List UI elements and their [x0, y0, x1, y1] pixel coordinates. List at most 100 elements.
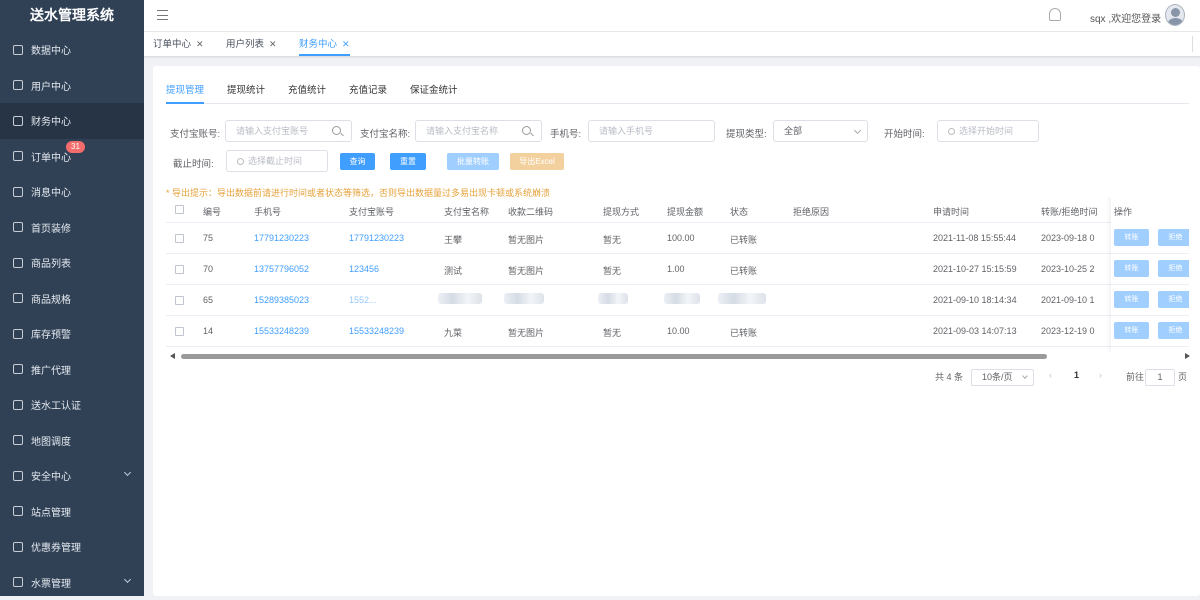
tag-finance-center[interactable]: 财务中心 ✕ [299, 35, 350, 56]
close-icon[interactable]: ✕ [342, 39, 350, 49]
tab-deposit-stats[interactable]: 保证金统计 [410, 84, 458, 104]
reset-button[interactable]: 重置 [390, 153, 426, 170]
tag-label: 财务中心 [299, 39, 337, 50]
sidebar-item-home-decor[interactable]: 首页装修 [0, 210, 144, 246]
batch-transfer-button[interactable]: 批量转账 [447, 153, 499, 170]
start-time-picker[interactable]: 选择开始时间 [937, 120, 1039, 142]
reject-button[interactable]: 拒绝 [1158, 260, 1189, 277]
cell-name: 测试 [444, 264, 462, 277]
row-checkbox[interactable] [175, 265, 184, 274]
tag-label: 订单中心 [153, 39, 191, 50]
phone-label: 手机号: [550, 126, 581, 140]
scroll-right-arrow-icon[interactable] [1185, 353, 1190, 359]
cell-phone: 15533248239 [254, 326, 309, 336]
scrollbar-thumb[interactable] [181, 354, 1047, 359]
tab-withdraw-stats[interactable]: 提现统计 [227, 84, 265, 104]
sidebar-item-station[interactable]: 站点管理 [0, 494, 144, 530]
avatar[interactable] [1165, 4, 1185, 26]
clock-icon [948, 128, 955, 135]
cell-name: 九菜 [444, 326, 462, 339]
tag-order-center[interactable]: 订单中心 ✕ [153, 35, 204, 56]
next-page-icon[interactable]: › [1099, 370, 1102, 380]
reject-button[interactable]: 拒绝 [1158, 229, 1189, 246]
hamburger-menu-icon[interactable] [157, 10, 168, 20]
sidebar-item-courier-cert[interactable]: 送水工认证 [0, 387, 144, 423]
transfer-button[interactable]: 转账 [1114, 291, 1149, 308]
row-checkbox[interactable] [175, 327, 184, 336]
search-icon[interactable] [332, 126, 341, 135]
prev-page-icon[interactable]: ‹ [1049, 370, 1052, 380]
sidebar-item-product-spec[interactable]: 商品规格 [0, 281, 144, 317]
col-header: 支付宝名称 [444, 205, 489, 218]
sidebar-item-label: 优惠券管理 [31, 539, 81, 554]
tags-more-icon[interactable] [1192, 36, 1200, 52]
sidebar-item-label: 消息中心 [31, 184, 71, 199]
warehouse-icon [13, 329, 23, 339]
sidebar-item-water-ticket[interactable]: 水票管理 [0, 565, 144, 600]
start-time-label: 开始时间: [884, 126, 925, 140]
sidebar-item-order-center[interactable]: 订单中心31 [0, 139, 144, 175]
alipay-account-label: 支付宝账号: [170, 126, 220, 140]
tag-user-list[interactable]: 用户列表✕ [226, 35, 277, 56]
sidebar-item-coupon[interactable]: 优惠券管理 [0, 529, 144, 565]
sidebar-item-product-list[interactable]: 商品列表 [0, 245, 144, 281]
page-size-select[interactable]: 10条/页 [971, 369, 1034, 386]
col-header: 转账/拒绝时间 [1041, 205, 1098, 218]
search-icon[interactable] [522, 126, 531, 135]
alipay-name-input[interactable]: 请输入支付宝名称 [415, 120, 542, 142]
blurred-cell [664, 293, 700, 304]
location-icon [13, 435, 23, 445]
tab-recharge-records[interactable]: 充值记录 [349, 84, 387, 104]
blurred-cell [598, 293, 628, 304]
end-time-placeholder: 选择截止时间 [248, 156, 302, 166]
current-page[interactable]: 1 [1074, 370, 1079, 380]
col-header: 编号 [203, 205, 221, 218]
reject-button[interactable]: 拒绝 [1158, 291, 1189, 308]
transfer-button[interactable]: 转账 [1114, 260, 1149, 277]
reject-button[interactable]: 拒绝 [1158, 322, 1189, 339]
row-checkbox[interactable] [175, 234, 184, 243]
bell-icon[interactable] [1049, 8, 1061, 21]
close-icon[interactable]: ✕ [196, 39, 204, 49]
sidebar-item-label: 站点管理 [31, 504, 71, 519]
sidebar-item-finance-center[interactable]: 财务中心 [0, 103, 144, 139]
station-icon [13, 506, 23, 516]
row-checkbox[interactable] [175, 296, 184, 305]
sidebar-item-data-center[interactable]: 数据中心 [0, 32, 144, 68]
tags-view: 订单中心 ✕ 用户列表✕ 财务中心 ✕ [144, 32, 1200, 57]
close-icon[interactable]: ✕ [269, 39, 277, 49]
total-count: 共 4 条 [935, 370, 963, 383]
sidebar-item-label: 财务中心 [31, 113, 71, 128]
sidebar: 送水管理系统 数据中心 用户中心 财务中心 订单中心31 消息中心 首页装修 商… [0, 0, 144, 596]
cell-apply-time: 2021-09-10 18:14:34 [933, 295, 1017, 305]
horizontal-scrollbar[interactable] [170, 352, 1190, 360]
sidebar-item-security-center[interactable]: 安全中心 [0, 458, 144, 494]
dashboard-icon [13, 45, 23, 55]
select-all-checkbox[interactable] [175, 205, 184, 214]
alipay-account-input[interactable]: 请输入支付宝账号 [225, 120, 352, 142]
end-time-picker[interactable]: 选择截止时间 [226, 150, 328, 172]
export-excel-button[interactable]: 导出Excel [510, 153, 564, 170]
message-icon [13, 187, 23, 197]
table-row: 65 15289385023 1552... 2021-09-10 18:14:… [166, 285, 1189, 316]
query-button[interactable]: 查询 [340, 153, 375, 170]
start-time-placeholder: 选择开始时间 [959, 126, 1013, 136]
withdraw-type-select[interactable]: 全部 [773, 120, 868, 142]
tab-recharge-stats[interactable]: 充值统计 [288, 84, 326, 104]
transfer-button[interactable]: 转账 [1114, 322, 1149, 339]
shield-icon [13, 471, 23, 481]
box-icon [13, 222, 23, 232]
sidebar-item-map-dispatch[interactable]: 地图调度 [0, 423, 144, 459]
transfer-button[interactable]: 转账 [1114, 229, 1149, 246]
goto-page-input[interactable]: 1 [1145, 369, 1175, 386]
sidebar-item-stock-alert[interactable]: 库存预警 [0, 316, 144, 352]
sidebar-item-user-center[interactable]: 用户中心 [0, 68, 144, 104]
tab-withdraw-management[interactable]: 提现管理 [166, 84, 204, 104]
sidebar-item-message-center[interactable]: 消息中心 [0, 174, 144, 210]
phone-input[interactable]: 请输入手机号 [588, 120, 715, 142]
scroll-left-arrow-icon[interactable] [170, 353, 175, 359]
welcome-text: sqx ,欢迎您登录 [1090, 10, 1161, 25]
cell-done-time: 2021-09-10 1 [1041, 295, 1095, 305]
cell-alipay: 17791230223 [349, 233, 404, 243]
sidebar-item-promotion[interactable]: 推广代理 [0, 352, 144, 388]
